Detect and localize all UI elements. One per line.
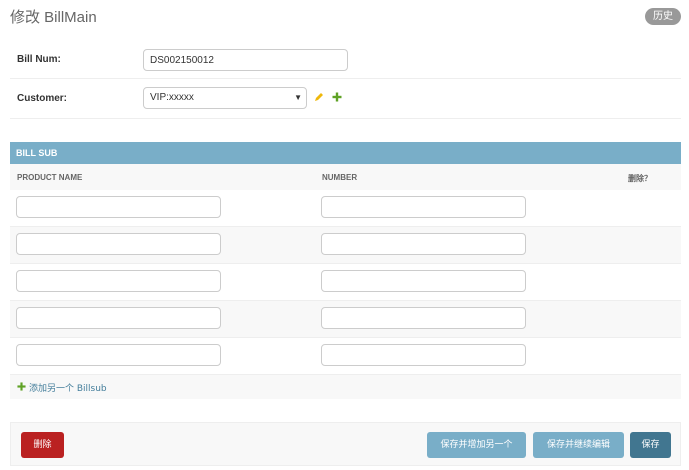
save-and-continue-button[interactable]: 保存并继续编辑 — [533, 432, 624, 458]
table-row — [10, 190, 681, 227]
product-name-input[interactable] — [16, 270, 221, 292]
inline-header: BILL SUB — [10, 142, 681, 164]
customer-select[interactable]: VIP:xxxxx ▼ — [143, 87, 307, 109]
table-row — [10, 264, 681, 301]
bill-num-input[interactable] — [143, 49, 348, 71]
number-input[interactable] — [321, 344, 526, 366]
caret-down-icon: ▼ — [294, 93, 302, 102]
form-row-bill-num: Bill Num: — [10, 40, 681, 79]
add-another-label: 添加另一个 Billsub — [29, 384, 107, 394]
number-input[interactable] — [321, 270, 526, 292]
product-name-input[interactable] — [16, 196, 221, 218]
product-name-input[interactable] — [16, 233, 221, 255]
column-header-product: PRODUCT NAME — [17, 173, 83, 182]
number-input[interactable] — [321, 233, 526, 255]
bill-sub-inline-group: BILL SUB PRODUCT NAME NUMBER 删除？ 添加另一个 B… — [10, 142, 681, 399]
customer-select-value: VIP:xxxxx — [150, 92, 194, 103]
customer-label: Customer: — [17, 93, 68, 104]
save-button[interactable]: 保存 — [630, 432, 671, 458]
table-row — [10, 301, 681, 338]
column-header-row: PRODUCT NAME NUMBER 删除？ — [10, 164, 681, 190]
column-header-number: NUMBER — [322, 173, 358, 182]
number-input[interactable] — [321, 307, 526, 329]
table-row — [10, 338, 681, 375]
column-header-delete: 删除？ — [628, 174, 652, 183]
bill-num-label: Bill Num: — [17, 54, 61, 65]
save-and-add-another-button[interactable]: 保存并增加另一个 — [427, 432, 526, 458]
add-another-billsub-link[interactable]: 添加另一个 Billsub — [10, 375, 681, 399]
plus-icon[interactable] — [332, 92, 342, 102]
pencil-icon[interactable] — [314, 92, 324, 102]
table-row — [10, 227, 681, 264]
page-title: 修改 BillMain — [10, 9, 97, 26]
submit-row: 删除 保存并增加另一个 保存并继续编辑 保存 — [10, 422, 681, 466]
product-name-input[interactable] — [16, 307, 221, 329]
number-input[interactable] — [321, 196, 526, 218]
delete-button[interactable]: 删除 — [21, 432, 64, 458]
history-button[interactable]: 历史 — [645, 8, 681, 25]
form-row-customer: Customer: VIP:xxxxx ▼ — [10, 79, 681, 119]
product-name-input[interactable] — [16, 344, 221, 366]
plus-icon — [17, 382, 26, 391]
